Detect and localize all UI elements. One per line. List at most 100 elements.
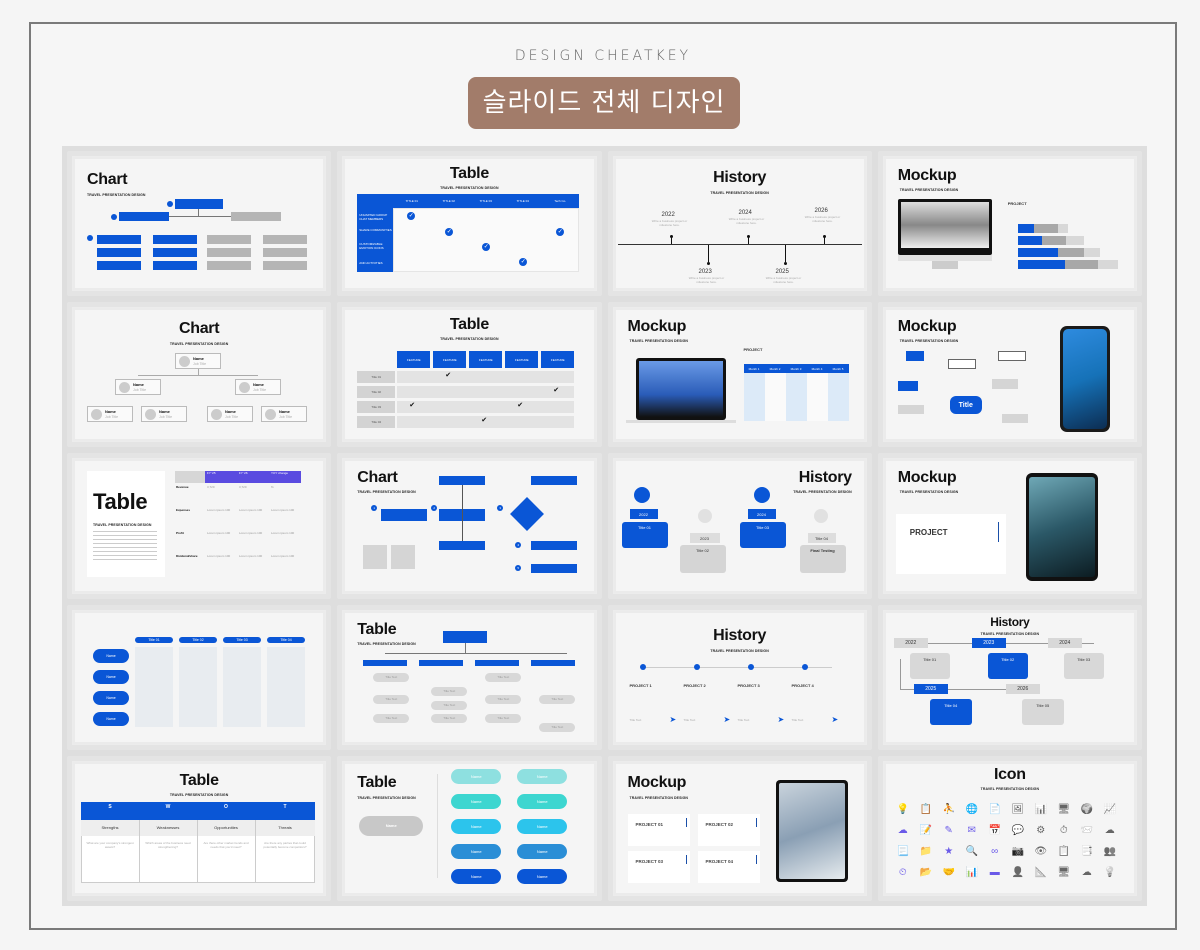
- person-card: Name Job Title: [115, 379, 161, 396]
- slide-subtitle: TRAVEL PRESENTATION DESIGN: [899, 188, 959, 192]
- row-label: Dividend/share: [176, 554, 198, 559]
- chart-icon: 📊: [1034, 803, 1047, 815]
- slide-subtitle: TRAVEL PRESENTATION DESIGN: [169, 792, 229, 797]
- slide-thumb-7[interactable]: Mockup TRAVEL PRESENTATION DESIGN PROJEC…: [607, 302, 872, 448]
- slide-title: Mockup: [897, 318, 957, 336]
- swot-letter: O: [224, 803, 228, 810]
- slide-subtitle: TRAVEL PRESENTATION DESIGN: [87, 193, 146, 197]
- person-pill: Name: [451, 818, 502, 834]
- brand-label: DESIGN CHEATKEY: [514, 48, 692, 64]
- envelope-icon: 📨: [1080, 824, 1093, 836]
- org-node: [231, 212, 281, 221]
- col-header: FEATURE: [541, 351, 575, 369]
- year-label: 2023: [971, 637, 1006, 648]
- slide-thumb-18[interactable]: Table TRAVEL PRESENTATION DESIGN Name Na…: [337, 755, 602, 901]
- timeline-card: Title 02: [679, 545, 726, 574]
- swot-letter: T: [283, 803, 287, 810]
- col-header: FEATURE: [505, 351, 539, 369]
- slide-thumb-1[interactable]: Chart TRAVEL PRESENTATION DESIGN: [67, 151, 332, 297]
- slide-thumb-14[interactable]: Table TRAVEL PRESENTATION DESIGN Title T…: [337, 604, 602, 750]
- org-node: [175, 199, 223, 209]
- bar-segment: [1017, 236, 1042, 245]
- step-badge: 1: [371, 505, 378, 512]
- cloud-icon: ☁: [897, 824, 908, 836]
- slide-thumb-8[interactable]: Mockup TRAVEL PRESENTATION DESIGN Title: [877, 302, 1142, 448]
- cursor-icon: ➤: [777, 714, 785, 724]
- slide-thumb-13[interactable]: Title 01 Title 02 Title 03 Title 04 Name…: [67, 604, 332, 750]
- project-card: PROJECT: [895, 514, 1006, 575]
- tree-leaf: Title Text: [539, 694, 576, 704]
- lightbulb-icon: 💡: [896, 803, 909, 815]
- slide-thumb-17[interactable]: Table TRAVEL PRESENTATION DESIGN S W O T…: [67, 755, 332, 901]
- check-icon: ✔: [445, 372, 452, 380]
- timeline-card: Title 02: [987, 652, 1028, 679]
- slide-thumb-20[interactable]: Icon TRAVEL PRESENTATION DESIGN 💡 📋 ⛹ 🌐 📄 🖼 📊 🖥…: [877, 755, 1142, 901]
- timeline-card: Title 05: [1021, 698, 1064, 725]
- slide-thumb-15[interactable]: History TRAVEL PRESENTATION DESIGN PROJE…: [607, 604, 872, 750]
- timeline-card: Title 03: [1063, 652, 1104, 679]
- col-header: Month 5: [827, 364, 849, 374]
- center-node: Title: [949, 396, 982, 415]
- slide-title: Chart: [87, 171, 128, 188]
- cloud-network-icon: ☁: [1081, 866, 1092, 878]
- star-icon: ★: [944, 845, 954, 857]
- team-icon: 👥: [1103, 845, 1116, 857]
- slide-thumb-19[interactable]: Mockup TRAVEL PRESENTATION DESIGN PROJEC…: [607, 755, 872, 901]
- slide-subtitle: TRAVEL PRESENTATION DESIGN: [710, 648, 769, 653]
- swot-letter: W: [165, 803, 171, 810]
- year-label: 2023: [689, 533, 720, 544]
- slide-thumb-2[interactable]: Table TRAVEL PRESENTATION DESIGN TITLE 0…: [337, 151, 602, 297]
- slide-thumb-6[interactable]: Table TRAVEL PRESENTATION DESIGN FEATURE…: [337, 302, 602, 448]
- year-label: 2024: [738, 210, 752, 216]
- user-icon: 👤: [1011, 866, 1024, 878]
- row-label: Profit: [176, 531, 184, 536]
- world-icon: 🌍: [1080, 803, 1093, 815]
- org-node: [119, 212, 169, 221]
- step-badge: [87, 235, 93, 241]
- tree-leaf: Title Text: [373, 672, 410, 682]
- note-icon: 📝: [919, 824, 932, 836]
- chart-icon: [813, 509, 828, 524]
- monitor-icon: [753, 487, 770, 504]
- slide-thumb-9[interactable]: Table TRAVEL PRESENTATION DESIGN FY '25 …: [67, 453, 332, 599]
- bar-segment: [1017, 248, 1058, 257]
- section-banner: 슬라이드 전체 디자인: [468, 77, 740, 129]
- slide-thumb-4[interactable]: Mockup TRAVEL PRESENTATION DESIGN PROJEC…: [877, 151, 1142, 297]
- monitor-icon: 🖥: [1057, 803, 1071, 815]
- bar-segment: [1017, 224, 1034, 233]
- chat-icon: 💬: [1011, 824, 1024, 836]
- row-label: CUSTOMIZABLE EMOTION ICONS: [359, 242, 384, 250]
- person-card: Name Job Title: [175, 353, 221, 370]
- slide-thumb-3[interactable]: History TRAVEL PRESENTATION DESIGN 2022 …: [607, 151, 872, 297]
- slide-thumb-16[interactable]: History TRAVEL PRESENTATION DESIGN 2022 …: [877, 604, 1142, 750]
- step-badge: [111, 214, 117, 220]
- person-pill: Name: [93, 711, 129, 726]
- year-label: 2024: [747, 509, 776, 520]
- step-badge: [167, 201, 173, 207]
- row-label: SHARE COMMUNITIES: [359, 228, 392, 232]
- slide-subtitle: TRAVEL PRESENTATION DESIGN: [357, 490, 416, 495]
- person-card: Name Job Title: [141, 406, 187, 423]
- col-header: Title 01: [135, 636, 173, 643]
- slide-subtitle: TRAVEL PRESENTATION DESIGN: [440, 186, 499, 190]
- slide-subtitle: TRAVEL PRESENTATION DESIGN: [980, 631, 1040, 636]
- slide-title: Icon: [994, 765, 1026, 783]
- slide-thumb-10[interactable]: Chart TRAVEL PRESENTATION DESIGN 1 2 3 4…: [337, 453, 602, 599]
- presentation-icon: 📷: [1011, 845, 1024, 857]
- swot-label: Strengths: [81, 819, 139, 836]
- tablet-mockup: [775, 779, 848, 882]
- person-pill: Name: [93, 669, 129, 684]
- slide-thumb-5[interactable]: Chart TRAVEL PRESENTATION DESIGN Name Jo…: [67, 302, 332, 448]
- mail-icon: ✉: [967, 824, 976, 836]
- slide-thumb-12[interactable]: Mockup TRAVEL PRESENTATION DESIGN PROJEC…: [877, 453, 1142, 599]
- document-icon: [633, 487, 650, 504]
- slide-thumb-11[interactable]: History TRAVEL PRESENTATION DESIGN 2022 …: [607, 453, 872, 599]
- person-pill: Name: [517, 768, 568, 784]
- slide-title: Table: [93, 489, 148, 515]
- slide-title: Table: [179, 771, 219, 789]
- person-card: Name Job Title: [207, 406, 253, 423]
- row-label: Revenue: [176, 485, 189, 490]
- gears-icon: ⚙: [1036, 824, 1046, 836]
- search-icon: 🔍: [965, 845, 978, 857]
- section-title: PROJECT: [743, 347, 763, 353]
